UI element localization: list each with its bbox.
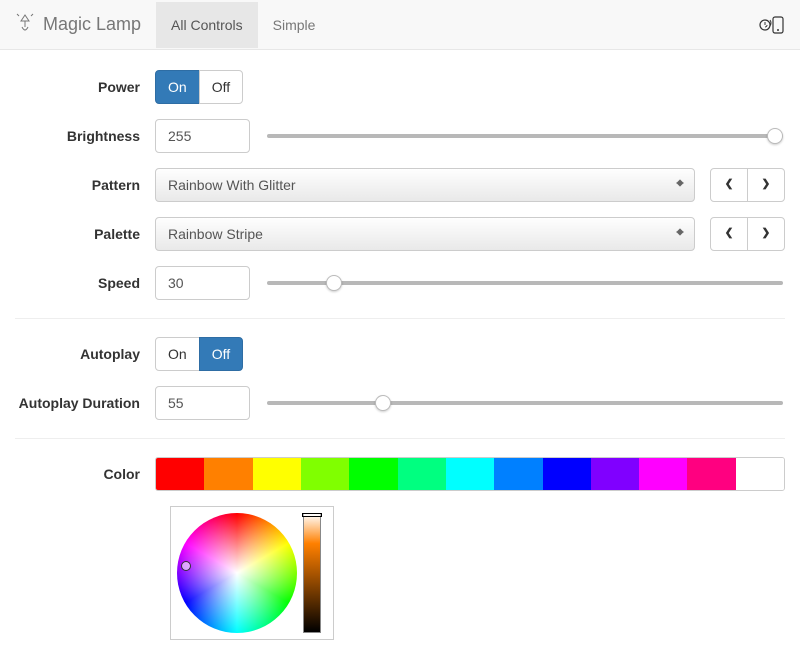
row-autoplay: Autoplay On Off bbox=[15, 337, 785, 371]
device-icon[interactable] bbox=[757, 13, 785, 37]
tab-simple[interactable]: Simple bbox=[258, 2, 331, 48]
pattern-select[interactable]: Rainbow With Glitter bbox=[155, 168, 695, 202]
speed-input[interactable] bbox=[155, 266, 250, 300]
autoplay-duration-input[interactable] bbox=[155, 386, 250, 420]
power-off-button[interactable]: Off bbox=[199, 70, 243, 104]
color-value-strip[interactable] bbox=[303, 513, 321, 633]
pattern-selected: Rainbow With Glitter bbox=[168, 177, 296, 193]
color-swatch[interactable] bbox=[156, 458, 204, 490]
row-pattern: Pattern Rainbow With Glitter ❮ ❯ bbox=[15, 168, 785, 202]
pattern-nav: ❮ ❯ bbox=[710, 168, 785, 202]
autoplay-off-button[interactable]: Off bbox=[199, 337, 243, 371]
color-swatch[interactable] bbox=[591, 458, 639, 490]
brand: Magic Lamp bbox=[15, 13, 141, 37]
row-color: Color bbox=[15, 457, 785, 491]
color-swatch[interactable] bbox=[446, 458, 494, 490]
navbar: Magic Lamp All Controls Simple bbox=[0, 0, 800, 50]
chevron-right-icon: ❯ bbox=[762, 224, 770, 244]
chevron-left-icon: ❮ bbox=[725, 175, 733, 195]
chevron-left-icon: ❮ bbox=[725, 224, 733, 244]
brand-title: Magic Lamp bbox=[43, 14, 141, 35]
label-color: Color bbox=[15, 466, 155, 482]
palette-next-button[interactable]: ❯ bbox=[747, 217, 785, 251]
label-brightness: Brightness bbox=[15, 128, 155, 144]
color-swatch[interactable] bbox=[349, 458, 397, 490]
autoplay-toggle: On Off bbox=[155, 337, 243, 371]
color-swatch[interactable] bbox=[736, 458, 784, 490]
main-form: Power On Off Brightness Pattern Rainbow … bbox=[0, 50, 800, 670]
color-swatch[interactable] bbox=[639, 458, 687, 490]
color-swatch[interactable] bbox=[204, 458, 252, 490]
color-picker bbox=[170, 506, 334, 640]
label-autoplay-duration: Autoplay Duration bbox=[15, 395, 155, 411]
color-swatch[interactable] bbox=[301, 458, 349, 490]
row-palette: Palette Rainbow Stripe ❮ ❯ bbox=[15, 217, 785, 251]
power-toggle: On Off bbox=[155, 70, 243, 104]
color-swatch[interactable] bbox=[253, 458, 301, 490]
autoplay-duration-slider[interactable] bbox=[267, 401, 783, 405]
label-autoplay: Autoplay bbox=[15, 346, 155, 362]
speed-slider[interactable] bbox=[267, 281, 783, 285]
color-swatch[interactable] bbox=[687, 458, 735, 490]
autoplay-on-button[interactable]: On bbox=[155, 337, 200, 371]
palette-nav: ❮ ❯ bbox=[710, 217, 785, 251]
label-pattern: Pattern bbox=[15, 177, 155, 193]
color-swatch[interactable] bbox=[398, 458, 446, 490]
power-on-button[interactable]: On bbox=[155, 70, 200, 104]
color-swatches bbox=[155, 457, 785, 491]
palette-selected: Rainbow Stripe bbox=[168, 226, 263, 242]
label-power: Power bbox=[15, 79, 155, 95]
row-brightness: Brightness bbox=[15, 119, 785, 153]
palette-select[interactable]: Rainbow Stripe bbox=[155, 217, 695, 251]
divider bbox=[15, 438, 785, 439]
color-swatch[interactable] bbox=[494, 458, 542, 490]
row-autoplay-duration: Autoplay Duration bbox=[15, 386, 785, 420]
color-swatch[interactable] bbox=[543, 458, 591, 490]
color-wheel[interactable] bbox=[177, 513, 297, 633]
brightness-slider[interactable] bbox=[267, 134, 783, 138]
divider bbox=[15, 318, 785, 319]
pattern-prev-button[interactable]: ❮ bbox=[710, 168, 748, 202]
lamp-icon bbox=[15, 13, 35, 37]
brightness-input[interactable] bbox=[155, 119, 250, 153]
color-strip-cursor[interactable] bbox=[302, 513, 322, 517]
palette-prev-button[interactable]: ❮ bbox=[710, 217, 748, 251]
chevron-right-icon: ❯ bbox=[762, 175, 770, 195]
pattern-next-button[interactable]: ❯ bbox=[747, 168, 785, 202]
color-wheel-cursor[interactable] bbox=[181, 561, 191, 571]
label-speed: Speed bbox=[15, 275, 155, 291]
label-palette: Palette bbox=[15, 226, 155, 242]
row-speed: Speed bbox=[15, 266, 785, 300]
tab-all-controls[interactable]: All Controls bbox=[156, 2, 258, 48]
nav-tabs: All Controls Simple bbox=[156, 2, 757, 48]
row-power: Power On Off bbox=[15, 70, 785, 104]
navbar-right bbox=[757, 13, 785, 37]
